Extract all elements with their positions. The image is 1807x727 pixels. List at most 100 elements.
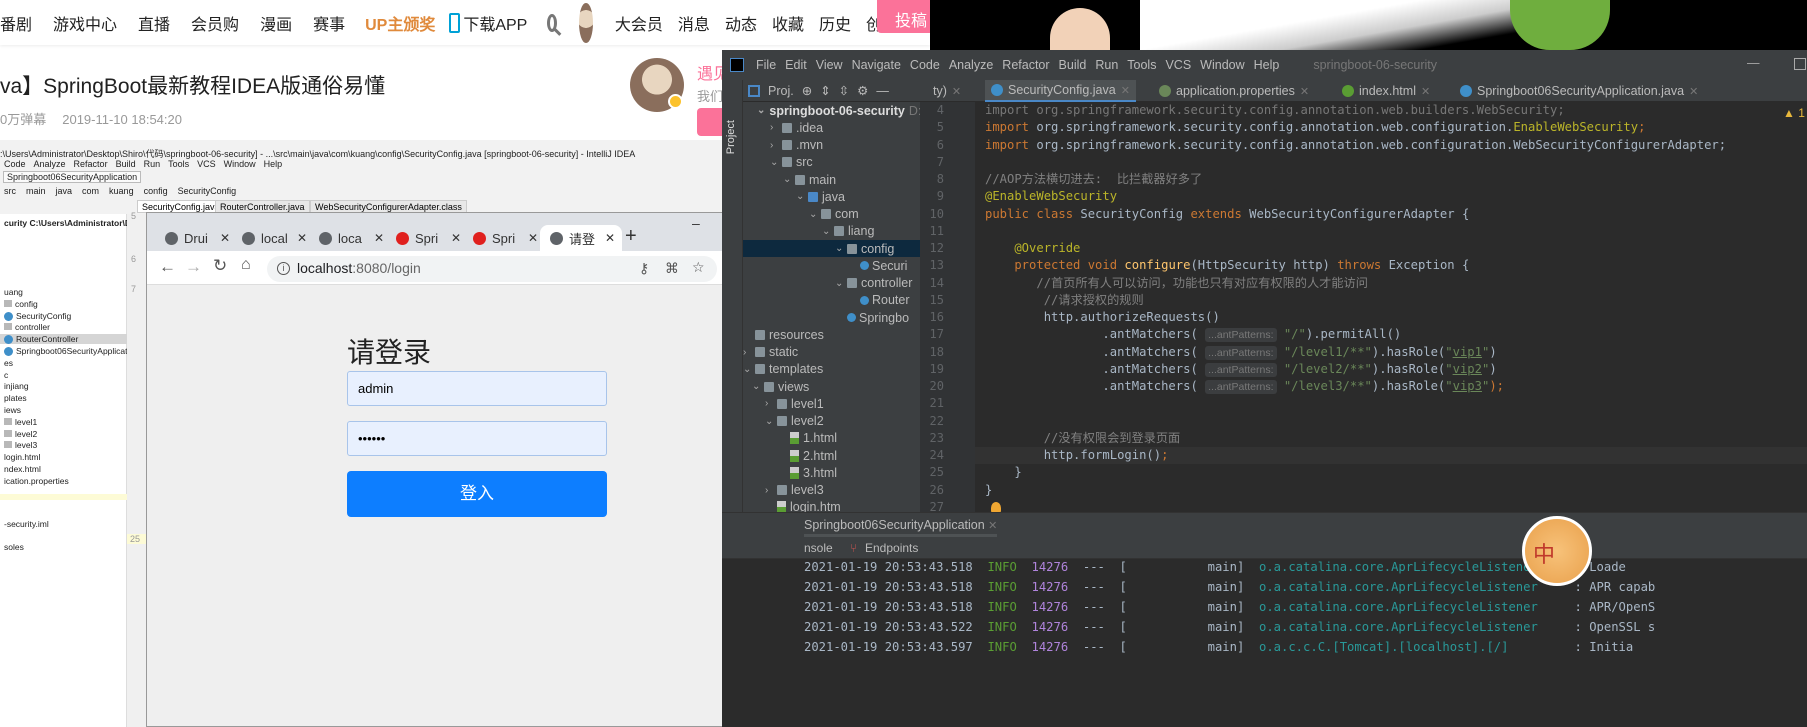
maximize-button[interactable]: [1794, 58, 1806, 70]
editor-tab[interactable]: SecurityConfig.java ✕: [985, 80, 1136, 102]
editor-tab[interactable]: index.html ✕: [1336, 80, 1436, 102]
menu-item[interactable]: File: [756, 58, 776, 72]
nav-item[interactable]: 游戏中心: [53, 11, 117, 35]
tree-item[interactable]: 2.html: [743, 447, 920, 464]
tree-item[interactable]: ⌄ controller: [743, 275, 920, 292]
nav-item[interactable]: 直播: [138, 11, 170, 35]
chevron-down-icon[interactable]: ⌄: [809, 209, 821, 220]
code-line[interactable]: @EnableWebSecurity: [985, 188, 1117, 205]
menu-item[interactable]: Analyze: [949, 58, 993, 72]
tab-close-icon[interactable]: ✕: [528, 231, 538, 245]
menu-item[interactable]: Window: [1200, 58, 1244, 72]
forward-button[interactable]: →: [185, 257, 202, 277]
tab-close-icon[interactable]: ✕: [297, 231, 307, 245]
menu-item[interactable]: Refactor: [1002, 58, 1049, 72]
chevron-down-icon[interactable]: ⌄: [757, 105, 765, 116]
code-line[interactable]: http.formLogin();: [975, 447, 1807, 465]
tree-item[interactable]: 1.html: [743, 430, 920, 447]
tab-close-icon[interactable]: ✕: [952, 85, 961, 98]
login-submit-button[interactable]: 登入: [347, 471, 607, 517]
info-icon[interactable]: i: [277, 262, 290, 275]
menu-item[interactable]: Code: [910, 58, 940, 72]
tree-item[interactable]: Router: [743, 292, 920, 309]
run-tab[interactable]: Springboot06SecurityApplication ✕: [804, 518, 998, 537]
tree-item[interactable]: › level1: [743, 395, 920, 412]
console-output[interactable]: 2021-01-19 20:53:43.518 INFO 14276 --- […: [722, 559, 1807, 727]
tree-item[interactable]: ⌄ main: [743, 171, 920, 188]
browser-tab[interactable]: local ✕: [232, 225, 309, 251]
chevron-down-icon[interactable]: ⌄: [743, 364, 755, 375]
code-line[interactable]: //AOP方法横切进去: 比拦截器好多了: [985, 171, 1202, 188]
nav-item[interactable]: 历史: [819, 11, 851, 35]
tree-item[interactable]: ⌄ config: [743, 240, 920, 258]
nav-item[interactable]: 大会员: [615, 11, 663, 35]
project-dropdown[interactable]: Proj.: [768, 84, 794, 98]
code-line[interactable]: import org.springframework.security.conf…: [985, 102, 1565, 119]
password-input[interactable]: [347, 421, 607, 456]
locate-icon[interactable]: ⊕: [802, 83, 812, 98]
chevron-down-icon[interactable]: ⌄: [835, 278, 847, 289]
tab-close-icon[interactable]: ✕: [1121, 84, 1130, 97]
tab-close-icon[interactable]: ✕: [1421, 85, 1430, 98]
chevron-right-icon[interactable]: ›: [770, 140, 782, 151]
tab-close-icon[interactable]: ✕: [451, 231, 461, 245]
tree-item[interactable]: ⌄ com: [743, 206, 920, 223]
tree-item[interactable]: ⌄ liang: [743, 223, 920, 240]
code-line[interactable]: public class SecurityConfig extends WebS…: [985, 206, 1469, 223]
tree-item[interactable]: ⌄ java: [743, 188, 920, 205]
chevron-right-icon[interactable]: ›: [770, 122, 782, 133]
tree-item[interactable]: › .idea: [743, 119, 920, 136]
minimize-button[interactable]: –: [692, 215, 700, 231]
menu-item[interactable]: Edit: [785, 58, 807, 72]
home-button[interactable]: ⌂: [241, 256, 251, 274]
code-line[interactable]: .antMatchers( ...antPatterns: "/").permi…: [985, 326, 1401, 343]
nav-item[interactable]: 漫画: [260, 11, 292, 35]
code-line[interactable]: .antMatchers( ...antPatterns: "/level3/*…: [985, 378, 1504, 395]
back-button[interactable]: ←: [159, 257, 176, 277]
code-line[interactable]: .antMatchers( ...antPatterns: "/level2/*…: [985, 361, 1497, 378]
tree-item[interactable]: › level3: [743, 482, 920, 499]
menu-item[interactable]: VCS: [1165, 58, 1191, 72]
code-line[interactable]: .antMatchers( ...antPatterns: "/level1/*…: [985, 344, 1497, 361]
collapse-all-icon[interactable]: ⇳: [839, 83, 849, 98]
nav-item[interactable]: 会员购: [191, 11, 239, 35]
tree-item[interactable]: ⌄ src: [743, 154, 920, 171]
chevron-right-icon[interactable]: ›: [765, 398, 777, 409]
tree-item[interactable]: ⌄ springboot-06-security D:\: [743, 102, 925, 119]
browser-tab[interactable]: Spri ✕: [386, 225, 463, 251]
chevron-down-icon[interactable]: ⌄: [796, 191, 808, 202]
tab-close-icon[interactable]: ✕: [220, 231, 230, 245]
tree-item[interactable]: ⌄ templates: [743, 361, 920, 378]
minimize-button[interactable]: —: [1747, 56, 1760, 70]
menu-item[interactable]: Run: [1095, 58, 1118, 72]
code-line[interactable]: import org.springframework.security.conf…: [985, 137, 1726, 154]
browser-tab[interactable]: 请登 ✕: [540, 225, 622, 251]
hide-icon[interactable]: —: [876, 84, 889, 98]
tab-close-icon[interactable]: ✕: [1300, 85, 1309, 98]
chevron-down-icon[interactable]: ⌄: [765, 416, 777, 427]
code-line[interactable]: import org.springframework.security.conf…: [985, 119, 1645, 136]
nav-up-award[interactable]: UP主颁奖: [365, 11, 435, 35]
console-tab[interactable]: nsole: [804, 541, 833, 555]
endpoints-tab[interactable]: Endpoints: [865, 541, 918, 555]
menu-item[interactable]: Tools: [1127, 58, 1156, 72]
tree-item[interactable]: › static: [743, 344, 920, 361]
address-bar[interactable]: i localhost:8080/login ⚷ ⌘ ☆: [267, 256, 717, 282]
project-tool-tab[interactable]: Project: [725, 120, 737, 154]
chevron-down-icon[interactable]: ⌄: [752, 381, 764, 392]
code-line[interactable]: //首页所有人可以访问，功能也只有对应有权限的人才能访问: [985, 275, 1368, 292]
code-line[interactable]: }: [985, 464, 1021, 481]
chevron-right-icon[interactable]: ›: [765, 485, 777, 496]
warning-indicator[interactable]: ▲ 1: [1783, 106, 1805, 120]
code-editor[interactable]: import org.springframework.security.conf…: [975, 102, 1807, 572]
username-input[interactable]: [347, 371, 607, 406]
code-line[interactable]: //没有权限会到登录页面: [985, 430, 1181, 447]
key-icon[interactable]: ⚷: [639, 260, 649, 277]
user-avatar[interactable]: [579, 2, 593, 43]
browser-tab[interactable]: Drui ✕: [155, 225, 232, 251]
nav-item[interactable]: 动态: [725, 11, 757, 35]
code-line[interactable]: }: [985, 482, 992, 499]
search-icon[interactable]: [547, 13, 558, 32]
nav-item[interactable]: 番剧: [0, 11, 32, 35]
chevron-down-icon[interactable]: ⌄: [783, 174, 795, 185]
